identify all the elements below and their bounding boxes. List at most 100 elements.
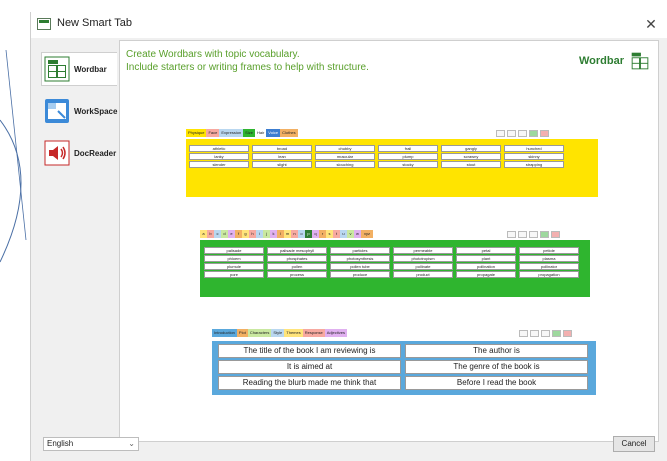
word-cell[interactable]: phototropism — [393, 255, 453, 262]
word-cell[interactable]: frail — [378, 145, 438, 152]
word-cell[interactable]: product — [393, 271, 453, 278]
word-cell[interactable]: muscular — [315, 153, 375, 160]
card3-tab[interactable]: Characters — [247, 329, 272, 337]
mail-icon[interactable] — [496, 130, 505, 137]
card1-tab[interactable]: Expression — [219, 129, 244, 137]
copy-icon[interactable] — [529, 231, 538, 238]
word-cell[interactable]: pollination — [456, 263, 516, 270]
word-cell[interactable]: petiole — [519, 247, 579, 254]
word-cell[interactable]: hunched — [504, 145, 564, 152]
letter-tab[interactable]: f — [235, 230, 242, 238]
word-cell[interactable]: petal — [456, 247, 516, 254]
letter-tab[interactable]: o — [298, 230, 305, 238]
word-cell[interactable]: skinny — [504, 153, 564, 160]
letter-tab[interactable]: e — [228, 230, 235, 238]
letter-tab[interactable]: g — [242, 230, 249, 238]
card3-tab[interactable]: Style — [271, 329, 285, 337]
word-cell[interactable]: pore — [204, 271, 264, 278]
card3-tab[interactable]: Themes — [284, 329, 303, 337]
delete-icon[interactable] — [551, 231, 560, 238]
letter-tab[interactable]: j — [263, 230, 270, 238]
wordbar-template-physique[interactable]: Physique Face Expression Size Hair Voice Cloth… — [186, 129, 598, 197]
word-cell[interactable]: pollinator — [519, 263, 579, 270]
word-cell[interactable]: produce — [330, 271, 390, 278]
undo-icon[interactable] — [507, 130, 516, 137]
word-cell[interactable]: pollen tube — [330, 263, 390, 270]
letter-tab[interactable]: h — [249, 230, 256, 238]
undo-icon[interactable] — [518, 231, 527, 238]
word-cell[interactable]: broad — [252, 145, 312, 152]
letter-tab[interactable]: w — [354, 230, 361, 238]
nav-item-docreader[interactable]: DocReader — [41, 136, 117, 170]
letter-tab[interactable]: c — [214, 230, 221, 238]
word-cell[interactable]: slouching — [315, 161, 375, 168]
nav-item-wordbar[interactable]: Wordbar — [41, 52, 117, 86]
word-cell[interactable]: palisade — [204, 247, 264, 254]
word-cell[interactable]: scrawny — [441, 153, 501, 160]
word-cell[interactable]: permeable — [393, 247, 453, 254]
card1-tab[interactable]: Clothes — [280, 129, 298, 137]
word-cell[interactable]: pollinate — [393, 263, 453, 270]
word-cell[interactable]: propagate — [456, 271, 516, 278]
word-cell[interactable]: plant — [456, 255, 516, 262]
word-cell[interactable]: photosynthesis — [330, 255, 390, 262]
word-cell[interactable]: gangly — [441, 145, 501, 152]
mail-icon[interactable] — [519, 330, 528, 337]
save-icon[interactable] — [552, 330, 561, 337]
mail-icon[interactable] — [507, 231, 516, 238]
language-select[interactable]: English ⌄ — [43, 437, 139, 451]
word-cell[interactable]: It is aimed at — [218, 360, 401, 374]
word-cell[interactable]: Reading the blurb made me think that — [218, 376, 401, 390]
card1-tab[interactable]: Physique — [186, 129, 207, 137]
save-icon[interactable] — [540, 231, 549, 238]
card3-tab[interactable]: Response — [302, 329, 325, 337]
letter-tab[interactable]: b — [207, 230, 214, 238]
undo-icon[interactable] — [530, 330, 539, 337]
word-cell[interactable]: stout — [441, 161, 501, 168]
letter-tab[interactable]: v — [347, 230, 354, 238]
letter-tab[interactable]: p — [305, 230, 312, 238]
delete-icon[interactable] — [563, 330, 572, 337]
letter-tab[interactable]: i — [256, 230, 263, 238]
letter-tab[interactable]: k — [270, 230, 277, 238]
word-cell[interactable]: chubby — [315, 145, 375, 152]
word-cell[interactable]: athletic — [189, 145, 249, 152]
card3-tab[interactable]: Plot — [236, 329, 248, 337]
word-cell[interactable]: The author is — [405, 344, 588, 358]
word-cell[interactable]: plump — [378, 153, 438, 160]
letter-tab[interactable]: n — [291, 230, 298, 238]
word-cell[interactable]: strapping — [504, 161, 564, 168]
word-cell[interactable]: phosphates — [267, 255, 327, 262]
wordbar-template-book-review[interactable]: Introduction Plot Characters Style Themes Res… — [212, 329, 596, 395]
word-cell[interactable]: The title of the book I am reviewing is — [218, 344, 401, 358]
card3-tab[interactable]: Adjectives — [324, 329, 347, 337]
card1-tab[interactable]: Voice — [266, 129, 281, 137]
letter-tab[interactable]: d — [221, 230, 228, 238]
letter-tab[interactable]: t — [333, 230, 340, 238]
copy-icon[interactable] — [518, 130, 527, 137]
word-cell[interactable]: stocky — [378, 161, 438, 168]
letter-tab[interactable]: s — [326, 230, 333, 238]
letter-tab[interactable]: q — [312, 230, 319, 238]
nav-item-workspace[interactable]: WorkSpace — [41, 94, 117, 128]
word-cell[interactable]: phloem — [204, 255, 264, 262]
word-cell[interactable]: particles — [330, 247, 390, 254]
word-cell[interactable]: lanky — [189, 153, 249, 160]
word-cell[interactable]: propagation — [519, 271, 579, 278]
letter-tab[interactable]: l — [277, 230, 284, 238]
close-icon[interactable]: ✕ — [642, 15, 660, 33]
letter-tab[interactable]: m — [284, 230, 291, 238]
wordbar-template-alphabet[interactable]: a b c d e f g h i j k l m n o p q r s t u v w xyz palisade palis… — [200, 230, 590, 297]
word-cell[interactable]: Before I read the book — [405, 376, 588, 390]
copy-icon[interactable] — [541, 330, 550, 337]
letter-tab[interactable]: u — [340, 230, 347, 238]
card1-tab[interactable]: Face — [206, 129, 220, 137]
cancel-button[interactable]: Cancel — [613, 436, 655, 452]
card1-tab[interactable]: Size — [243, 129, 255, 137]
save-icon[interactable] — [529, 130, 538, 137]
word-cell[interactable]: pollen — [267, 263, 327, 270]
letter-tab[interactable]: xyz — [361, 230, 373, 238]
letter-tab[interactable]: r — [319, 230, 326, 238]
word-cell[interactable]: slender — [189, 161, 249, 168]
word-cell[interactable]: lean — [252, 153, 312, 160]
